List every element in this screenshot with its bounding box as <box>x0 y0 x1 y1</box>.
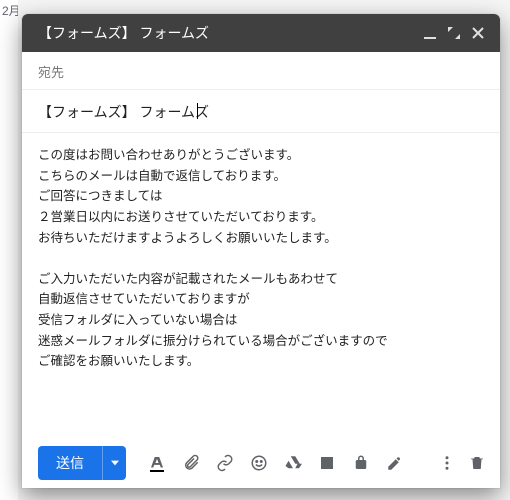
body-line: こちらのメールは自動で返信しております。 <box>38 166 484 187</box>
body-line: 自動返信させていただいておりますが <box>38 289 484 310</box>
body-line: ご入力いただいた内容が記載されたメールもあわせて <box>38 269 484 290</box>
expand-icon <box>447 26 461 40</box>
compose-header[interactable]: 【フォームズ】 フォームズ <box>22 14 500 52</box>
body-line: お待ちいただけますようよろしくお願いいたします。 <box>38 228 484 249</box>
more-vert-icon <box>438 454 456 472</box>
body-line: 迷惑メールフォルダに振分けられている場合がございますので <box>38 331 484 352</box>
compose-title: 【フォームズ】 フォームズ <box>38 23 418 43</box>
trash-icon <box>468 454 486 472</box>
message-body[interactable]: この度はお問い合わせありがとうございます。こちらのメールは自動で返信しております… <box>22 133 500 438</box>
emoji-button[interactable] <box>244 448 274 478</box>
formatting-button[interactable] <box>142 448 172 478</box>
minimize-button[interactable] <box>418 21 442 45</box>
image-icon <box>318 454 336 472</box>
pen-icon <box>386 454 404 472</box>
lock-clock-icon <box>352 454 370 472</box>
compose-body: 宛先 【フォームズ】 フォームズ この度はお問い合わせありがとうございます。こち… <box>22 52 500 488</box>
subject-text: 【フォームズ】 フォームズ <box>38 104 209 120</box>
body-line: 受信フォルダに入っていない場合は <box>38 310 484 331</box>
send-options-button[interactable] <box>102 446 126 480</box>
discard-button[interactable] <box>462 448 492 478</box>
more-button[interactable] <box>432 448 462 478</box>
body-line: ２営業日以内にお送りさせていただいております。 <box>38 207 484 228</box>
confidential-button[interactable] <box>346 448 376 478</box>
paperclip-icon <box>182 454 200 472</box>
emoji-icon <box>250 454 268 472</box>
background-sidebar: 2月25日 <box>0 0 18 500</box>
close-icon <box>471 26 485 40</box>
background-date: 2月25日 <box>0 2 18 25</box>
compose-window: 【フォームズ】 フォームズ 宛先 【フォームズ】 フォームズ この度はお問い合わ… <box>22 14 500 488</box>
send-group: 送信 <box>38 446 126 480</box>
attach-button[interactable] <box>176 448 206 478</box>
expand-button[interactable] <box>442 21 466 45</box>
subject-field[interactable]: 【フォームズ】 フォームズ <box>22 90 500 133</box>
triangle-down-icon <box>111 459 119 467</box>
close-button[interactable] <box>466 21 490 45</box>
to-label: 宛先 <box>38 65 64 80</box>
body-line: この度はお問い合わせありがとうございます。 <box>38 145 484 166</box>
sign-button[interactable] <box>380 448 410 478</box>
drive-button[interactable] <box>278 448 308 478</box>
photo-button[interactable] <box>312 448 342 478</box>
link-button[interactable] <box>210 448 240 478</box>
minimize-icon <box>423 26 437 40</box>
send-button[interactable]: 送信 <box>38 446 102 480</box>
body-line <box>38 248 484 269</box>
body-line: ご確認をお願いいたします。 <box>38 351 484 372</box>
drive-icon <box>284 454 302 472</box>
to-field[interactable]: 宛先 <box>22 52 500 90</box>
body-line: ご回答につきましては <box>38 186 484 207</box>
text-caret <box>197 103 198 119</box>
compose-toolbar: 送信 <box>22 438 500 488</box>
link-icon <box>216 454 234 472</box>
